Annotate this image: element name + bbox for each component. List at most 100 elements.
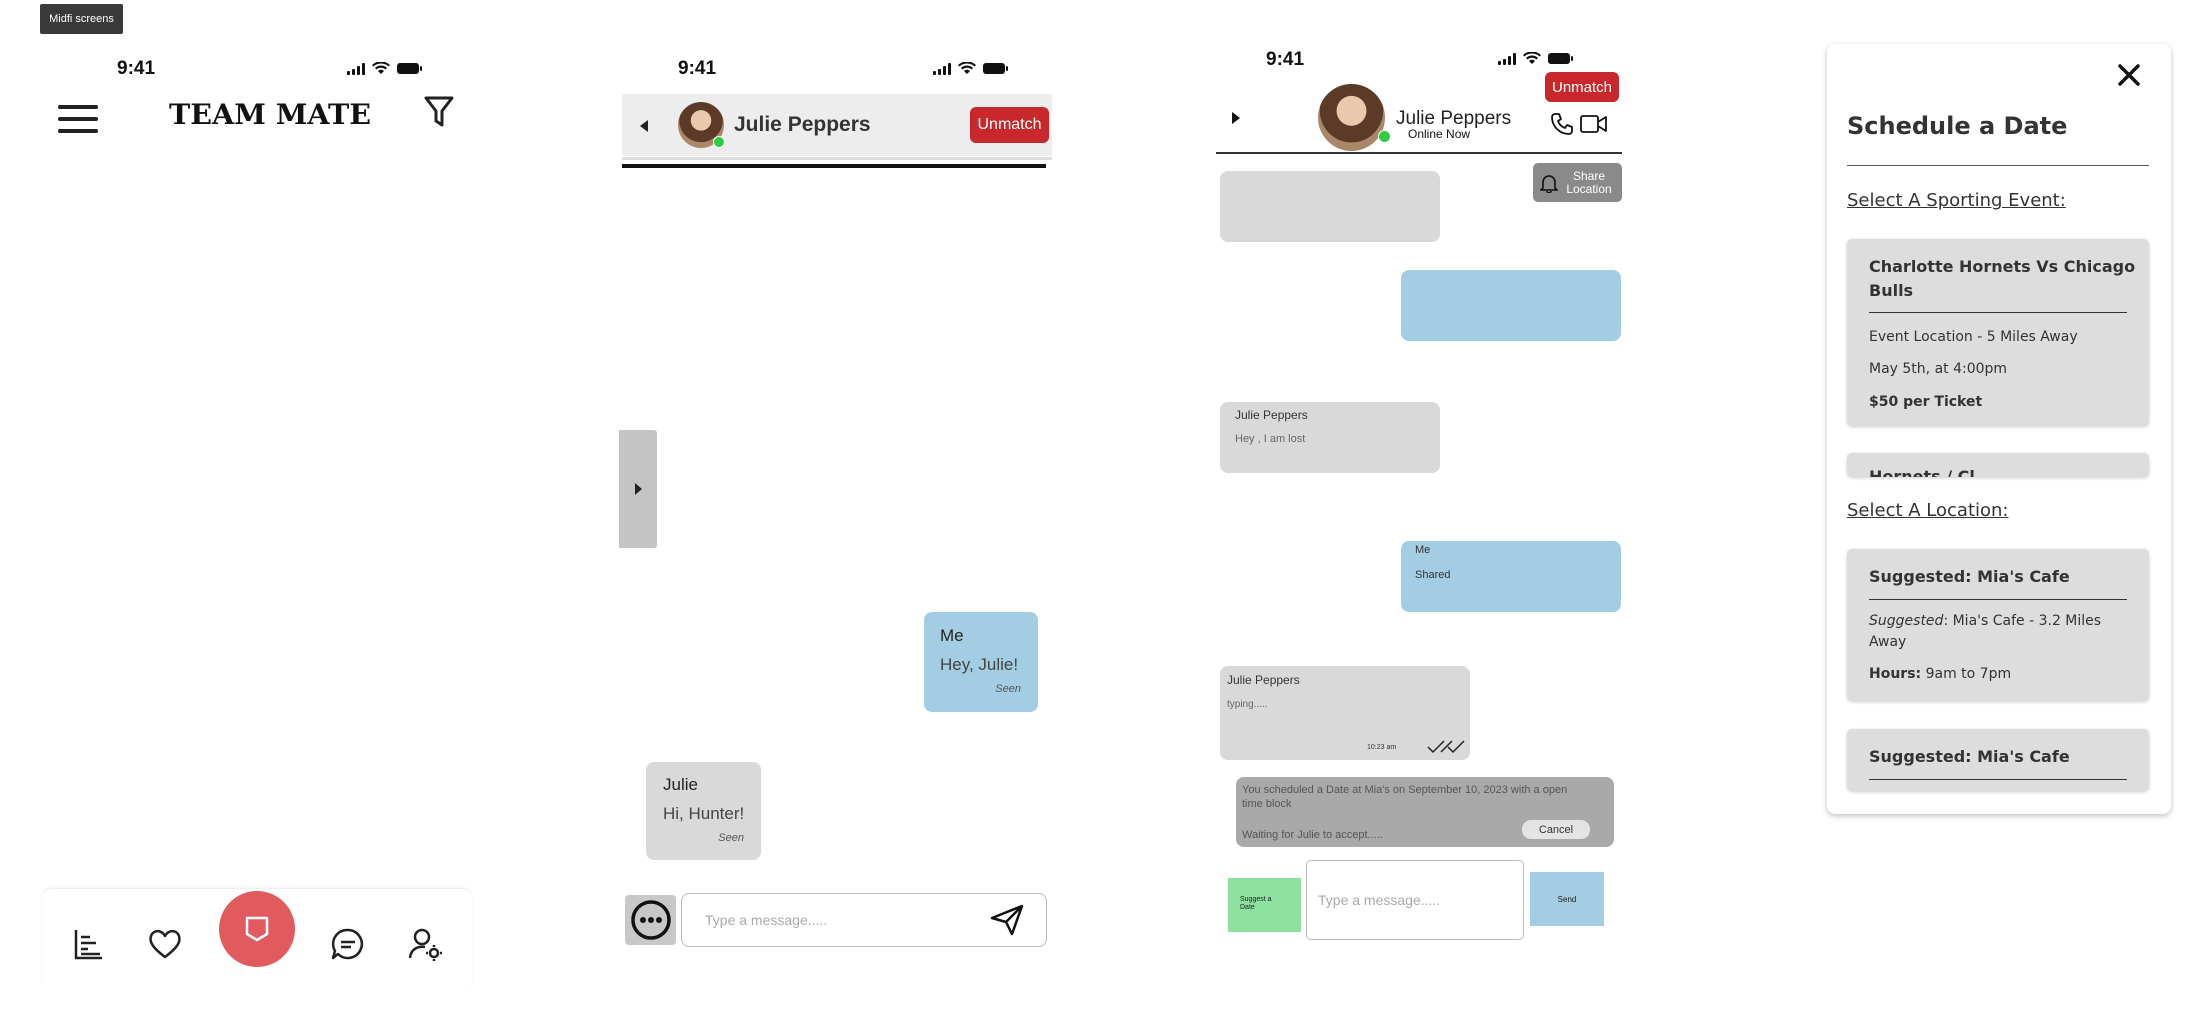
app-brand: TEAM MATE [169, 98, 371, 131]
battery-icon [1548, 53, 1573, 64]
divider [622, 157, 1052, 160]
event-section-heading: Select A Sporting Event: [1847, 190, 2066, 211]
chevron-right-icon [635, 483, 642, 495]
phone-icon[interactable] [1550, 112, 1574, 136]
event-location: Event Location - 5 Miles Away [1869, 329, 2078, 345]
wifi-icon [1523, 52, 1541, 64]
heart-icon[interactable] [147, 926, 183, 962]
location-card[interactable]: Suggested: Mia's Cafe Suggested: Mia's C… [1847, 549, 2149, 701]
divider [1216, 152, 1622, 154]
message-time: 10:23 am [1367, 744, 1397, 751]
message-bubble-them: Julie Hi, Hunter! Seen [646, 762, 761, 860]
location-title: Suggested: Mia's Cafe [1869, 567, 2070, 586]
presence-status: Online Now [1408, 127, 1471, 141]
share-location-button[interactable]: Share Location [1533, 163, 1622, 202]
signal-icon [347, 62, 365, 75]
online-indicator [713, 136, 725, 148]
battery-icon [397, 63, 422, 74]
send-icon[interactable] [990, 904, 1024, 936]
status-time: 9:41 [1266, 49, 1305, 70]
suggest-date-button[interactable]: Suggest a Date [1228, 878, 1301, 932]
wifi-icon [958, 62, 976, 74]
battery-icon [983, 63, 1008, 74]
menu-icon[interactable] [58, 105, 98, 141]
message-bubble-me [1401, 270, 1621, 341]
profile-settings-icon[interactable] [407, 926, 443, 962]
event-card[interactable]: Charlotte Hornets Vs Chicago Bulls Event… [1847, 239, 2149, 426]
message-sender: Julie Peppers [1227, 673, 1300, 687]
date-notice-text: You scheduled a Date at Mia's on Septemb… [1242, 784, 1568, 810]
location-hours-value: 9am to 7pm [1925, 666, 2012, 682]
chat-shield-icon [245, 916, 269, 942]
message-bubble-me: Me Shared [1401, 541, 1621, 612]
message-text: typing..... [1227, 699, 1268, 710]
date-notice-waiting: Waiting for Julie to accept..... [1242, 829, 1383, 841]
message-input-placeholder: Type a message..... [705, 912, 828, 928]
forward-icon[interactable] [1230, 110, 1242, 126]
status-icons [933, 62, 1008, 75]
message-status: Seen [995, 683, 1021, 695]
video-call-icon[interactable] [1580, 113, 1608, 135]
event-title: Charlotte Hornets Vs Chicago Bulls [1869, 257, 2136, 300]
suggest-date-label: Suggest a Date [1240, 896, 1272, 911]
message-input[interactable]: Type a message..... [681, 893, 1047, 947]
location-title: Suggested: Mia's Cafe [1869, 747, 2070, 766]
event-datetime: May 5th, at 4:00pm [1869, 361, 2008, 377]
schedule-date-panel: Schedule a Date Select A Sporting Event:… [1827, 44, 2171, 814]
message-bubble-them: Julie Peppers typing..... 10:23 am [1220, 666, 1470, 760]
message-bubble-me: Me Hey, Julie! Seen [924, 612, 1038, 712]
message-sender: Julie [663, 775, 698, 794]
signal-icon [933, 62, 951, 75]
back-icon[interactable] [638, 118, 650, 134]
unmatch-button[interactable]: Unmatch [1545, 72, 1619, 102]
filter-icon[interactable] [424, 95, 454, 129]
location-suggested: Suggested: Mia's Cafe - 3.2 Miles Away [1869, 611, 2129, 653]
message-text: Hey , I am lost [1235, 433, 1306, 445]
unmatch-button[interactable]: Unmatch [970, 107, 1049, 143]
status-time: 9:41 [678, 58, 717, 79]
message-icon[interactable] [330, 926, 366, 962]
location-suggested-prefix: Suggested [1869, 613, 1944, 629]
message-input-placeholder: Type a message..... [1318, 892, 1441, 908]
event-card-peek[interactable]: Hornets / Cl... [1847, 453, 2149, 477]
location-hours-label: Hours: [1869, 666, 1922, 682]
message-status: Seen [718, 832, 744, 844]
stats-icon[interactable] [70, 926, 106, 962]
divider [1869, 312, 2127, 313]
side-drawer-handle[interactable] [619, 430, 657, 548]
message-text: Shared [1415, 569, 1451, 581]
close-icon[interactable] [2118, 64, 2140, 86]
message-bubble-them [1220, 171, 1440, 242]
double-check-icon [1427, 740, 1465, 754]
message-sender: Me [1415, 544, 1431, 556]
contact-name: Julie Peppers [734, 113, 871, 136]
message-sender: Julie Peppers [1235, 408, 1308, 422]
status-icons [1498, 52, 1573, 65]
online-indicator [1378, 130, 1391, 143]
signal-icon [1498, 52, 1516, 65]
message-text: Hey, Julie! [940, 655, 1019, 674]
avatar[interactable] [1318, 84, 1385, 151]
status-time: 9:41 [117, 58, 156, 79]
event-price: $50 per Ticket [1869, 394, 1983, 410]
more-icon [630, 900, 671, 940]
divider [1869, 779, 2127, 780]
location-card[interactable]: Suggested: Mia's Cafe [1847, 729, 2149, 791]
wifi-icon [372, 62, 390, 74]
chat-shield-button[interactable] [219, 891, 295, 967]
cancel-date-button[interactable]: Cancel [1522, 820, 1590, 839]
send-button[interactable]: Send [1530, 872, 1604, 926]
status-icons [347, 62, 422, 75]
date-notice: You scheduled a Date at Mia's on Septemb… [1236, 777, 1614, 847]
divider [1847, 165, 2149, 166]
message-bubble-them: Julie Peppers Hey , I am lost [1220, 402, 1440, 473]
message-input[interactable]: Type a message..... [1306, 860, 1524, 940]
panel-title: Schedule a Date [1847, 112, 2068, 140]
divider [622, 164, 1046, 168]
location-hours: Hours: 9am to 7pm [1869, 666, 2011, 682]
message-text: Hi, Hunter! [663, 804, 745, 823]
share-location-label: Share Location [1566, 168, 1612, 196]
more-options-button[interactable] [625, 895, 676, 945]
bell-icon [1540, 174, 1558, 193]
message-sender: Me [940, 626, 964, 645]
